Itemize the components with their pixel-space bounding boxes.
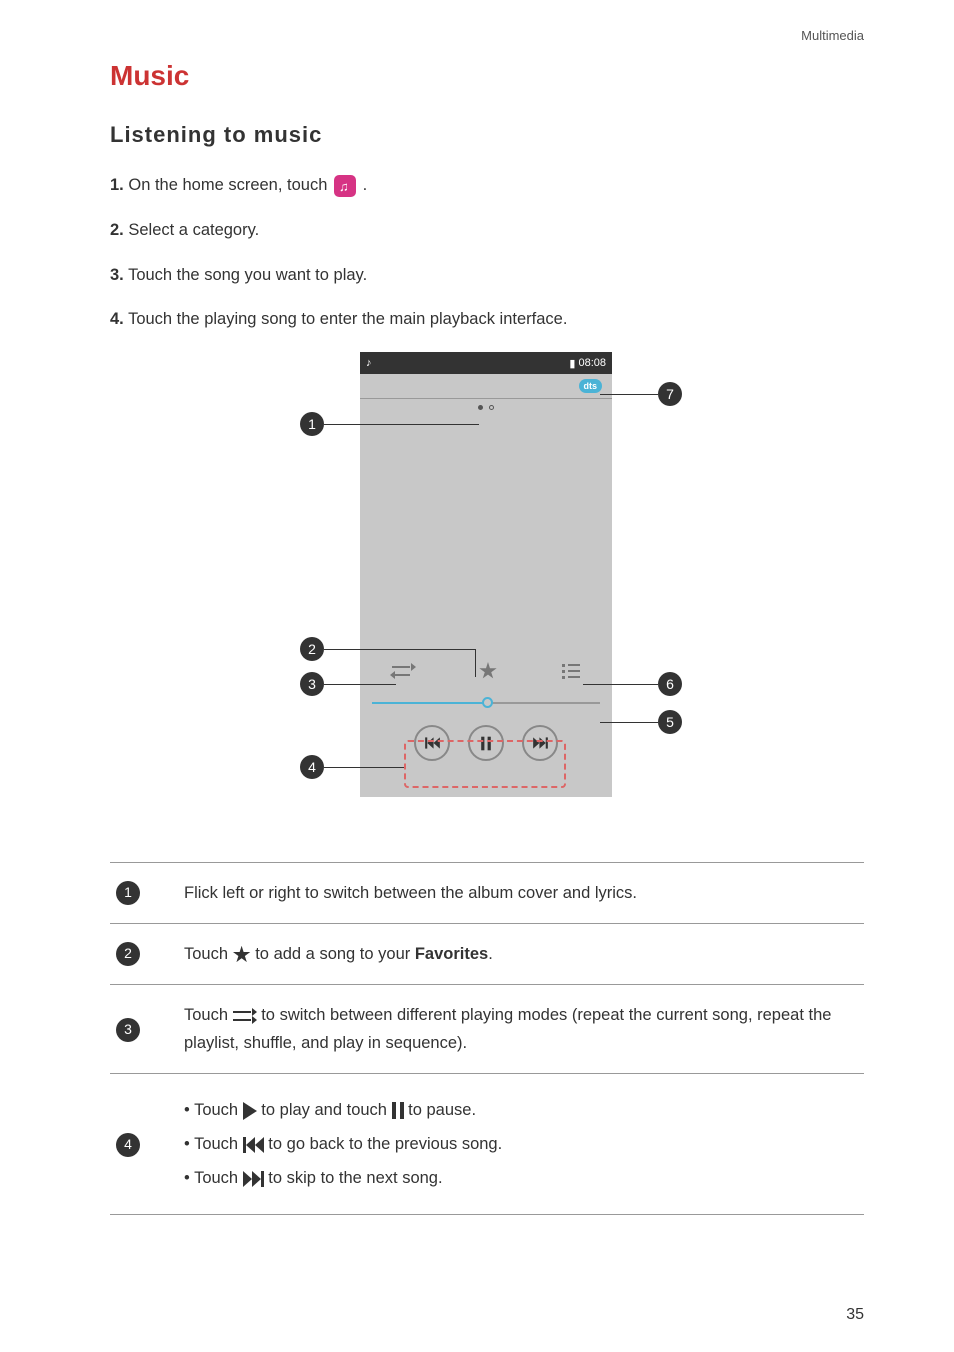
badge-3: 3 — [300, 672, 324, 696]
status-time: 08:08 — [578, 357, 606, 369]
next-button — [522, 725, 558, 761]
row-desc-2: Touch to add a song to your Favorites. — [178, 924, 864, 985]
step-text: Touch the playing song to enter the main… — [128, 310, 567, 328]
row-badge-3: 3 — [116, 1018, 140, 1042]
row-badge-4: 4 — [116, 1133, 140, 1157]
callout-1: 1 — [300, 412, 479, 436]
badge-2: 2 — [300, 637, 324, 661]
step-text: Touch the song you want to play. — [128, 266, 367, 284]
table-row: 2 Touch to add a song to your Favorites. — [110, 924, 864, 985]
play-icon — [243, 1102, 257, 1120]
description-table: 1 Flick left or right to switch between … — [110, 862, 864, 1215]
dot-active — [478, 405, 483, 410]
row-badge-1: 1 — [116, 881, 140, 905]
star-icon — [233, 946, 251, 964]
table-row: 4 • Touch to play and touch to pause. • … — [110, 1074, 864, 1215]
badge-5: 5 — [658, 710, 682, 734]
diagram: ♪ ▮ 08:08 dts — [110, 352, 864, 832]
pause-button — [468, 725, 504, 761]
dts-badge: dts — [579, 379, 603, 393]
page-number: 35 — [846, 1306, 864, 1324]
step-number: 2. — [110, 221, 124, 239]
section-subtitle: Listening to music — [110, 122, 864, 148]
callout-5: 5 — [600, 710, 682, 734]
step-text: On the home screen, touch — [128, 176, 332, 194]
favorite-star-icon — [479, 662, 497, 680]
table-row: 3 Touch to switch between different play… — [110, 985, 864, 1074]
callout-7: 7 — [600, 382, 682, 406]
callout-3: 3 — [300, 672, 396, 696]
row-desc-1: Flick left or right to switch between th… — [178, 863, 864, 924]
dts-row: dts — [360, 374, 612, 398]
callout-6: 6 — [583, 672, 682, 696]
table-row: 1 Flick left or right to switch between … — [110, 863, 864, 924]
status-bar: ♪ ▮ 08:08 — [360, 352, 612, 374]
badge-7: 7 — [658, 382, 682, 406]
dot-inactive — [489, 405, 494, 410]
step-3: 3. Touch the song you want to play. — [110, 263, 864, 288]
progress-bar — [360, 693, 612, 713]
step-number: 4. — [110, 310, 124, 328]
progress-thumb — [482, 697, 493, 708]
row-badge-2: 2 — [116, 942, 140, 966]
music-status-icon: ♪ — [366, 357, 372, 369]
step-4: 4. Touch the playing song to enter the m… — [110, 307, 864, 332]
row-desc-4: • Touch to play and touch to pause. • To… — [178, 1074, 864, 1215]
callout-2: 2 — [300, 637, 476, 661]
shuffle-mode-icon — [233, 1009, 257, 1023]
step-2: 2. Select a category. — [110, 218, 864, 243]
step-number: 3. — [110, 266, 124, 284]
music-app-icon — [334, 175, 356, 197]
previous-icon — [243, 1137, 264, 1153]
battery-icon: ▮ — [569, 357, 575, 370]
previous-button — [414, 725, 450, 761]
step-number: 1. — [110, 176, 124, 194]
badge-6: 6 — [658, 672, 682, 696]
step-text: Select a category. — [128, 221, 259, 239]
playlist-icon — [562, 664, 580, 679]
next-icon — [243, 1171, 264, 1187]
badge-4: 4 — [300, 755, 324, 779]
album-cover-area — [360, 416, 612, 631]
callout-4: 4 — [300, 755, 404, 779]
section-header: Multimedia — [801, 28, 864, 43]
step-1: 1. On the home screen, touch . — [110, 173, 864, 198]
page-title: Music — [110, 60, 864, 92]
step-text-after: . — [363, 176, 368, 194]
pause-icon — [392, 1102, 404, 1119]
badge-1: 1 — [300, 412, 324, 436]
row-desc-3: Touch to switch between different playin… — [178, 985, 864, 1074]
